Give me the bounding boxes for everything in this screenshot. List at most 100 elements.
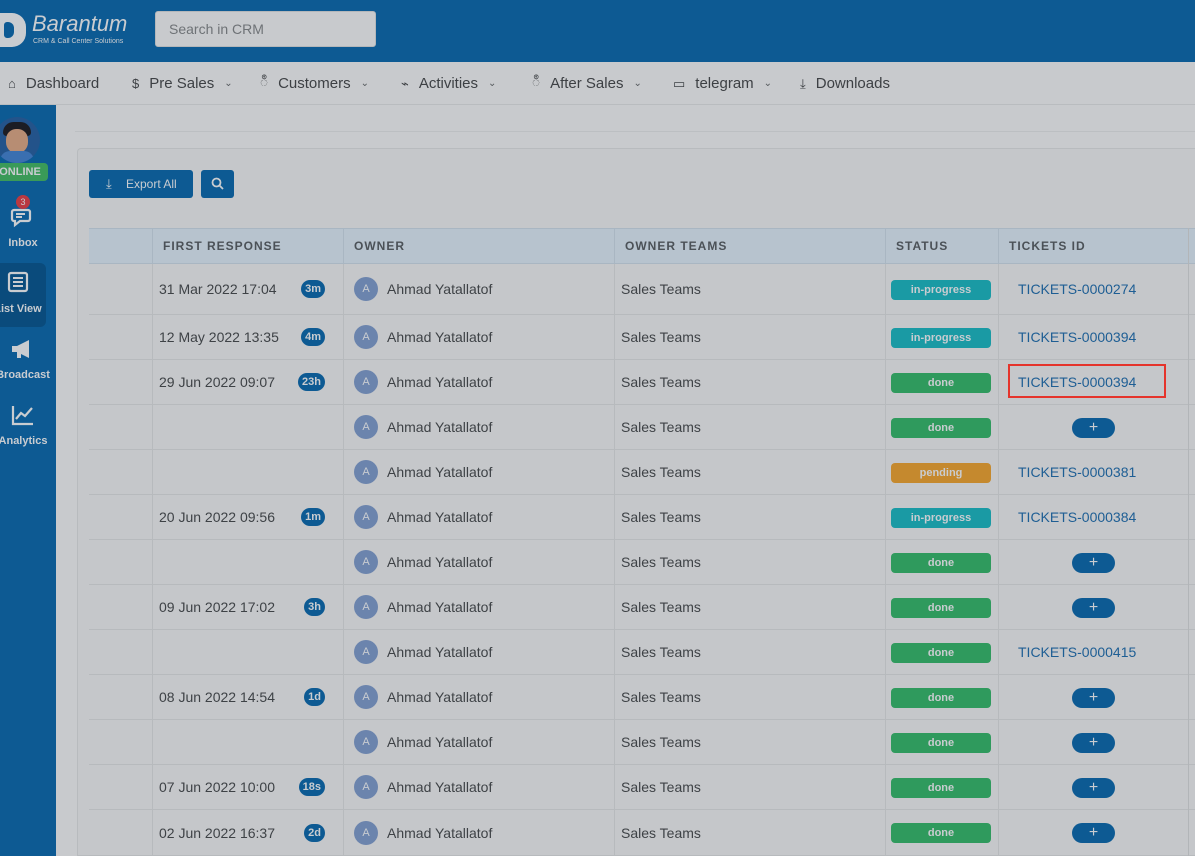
cell-blank bbox=[89, 675, 152, 719]
cell-first-response bbox=[152, 450, 343, 494]
cell-first-response bbox=[152, 405, 343, 449]
avatar[interactable] bbox=[0, 117, 40, 163]
cell-owner-teams: Sales Teams bbox=[614, 630, 885, 674]
nav-item-activities[interactable]: ⌁ Activities ⌄ bbox=[401, 62, 496, 105]
header-first-response[interactable]: FIRST RESPONSE bbox=[152, 229, 343, 265]
owner-name: Ahmad Yatallatof bbox=[387, 689, 493, 705]
first-response-date: 08 Jun 2022 14:54 bbox=[159, 689, 275, 705]
table-row[interactable]: A Ahmad Yatallatof Sales Teams bbox=[89, 405, 1195, 450]
table-row[interactable]: 02 Jun 2022 16:37 2d A Ahmad Yatallatof Sale… bbox=[89, 810, 1195, 856]
search-input[interactable]: Search in CRM bbox=[155, 11, 376, 47]
cell-owner: A Ahmad Yatallatof bbox=[343, 630, 614, 674]
add-ticket-button[interactable]: + bbox=[1072, 733, 1115, 753]
ticket-link[interactable]: TICKETS-0000381 bbox=[1018, 464, 1136, 480]
export-all-label: Export All bbox=[126, 177, 177, 191]
owner-avatar: A bbox=[354, 775, 378, 799]
cell-first-response bbox=[152, 630, 343, 674]
cell-blank bbox=[89, 810, 152, 855]
add-ticket-button[interactable]: + bbox=[1072, 823, 1115, 843]
ticket-link[interactable]: TICKETS-0000384 bbox=[1018, 509, 1136, 525]
cell-owner: A Ahmad Yatallatof bbox=[343, 315, 614, 359]
cell-blank bbox=[89, 720, 152, 764]
header-blank bbox=[89, 229, 152, 265]
export-all-button[interactable]: ⤓ Export All bbox=[89, 170, 193, 198]
download-icon: ⤓ bbox=[800, 75, 806, 91]
sidebar-item-inbox[interactable]: 3 Inbox bbox=[0, 195, 56, 261]
header-tickets-id[interactable]: TICKETS ID bbox=[998, 229, 1195, 265]
divider bbox=[1188, 228, 1189, 856]
chevron-down-icon: ⌄ bbox=[633, 78, 642, 89]
owner-avatar: A bbox=[354, 460, 378, 484]
owner-avatar: A bbox=[354, 640, 378, 664]
cell-blank bbox=[89, 360, 152, 404]
cell-owner: A Ahmad Yatallatof bbox=[343, 765, 614, 809]
add-ticket-button[interactable]: + bbox=[1072, 598, 1115, 618]
users-icon: ဳ bbox=[260, 74, 269, 89]
cell-first-response: 09 Jun 2022 17:02 3h bbox=[152, 585, 343, 629]
table-row[interactable]: A Ahmad Yatallatof Sales Teams bbox=[89, 540, 1195, 585]
nav-item-dashboard[interactable]: ⌂ Dashboard bbox=[8, 62, 99, 105]
owner-team: Sales Teams bbox=[621, 599, 701, 615]
nav-item-label: Pre Sales bbox=[149, 75, 215, 92]
list-icon bbox=[0, 271, 46, 297]
megaphone-icon bbox=[0, 337, 56, 363]
sidebar-item-label: List View bbox=[0, 303, 42, 315]
table-row[interactable]: 07 Jun 2022 10:00 18s A Ahmad Yatallatof Sal… bbox=[89, 765, 1195, 810]
add-ticket-button[interactable]: + bbox=[1072, 688, 1115, 708]
nav-item-after-sales[interactable]: ဳ After Sales ⌄ bbox=[532, 62, 642, 105]
cell-first-response: 20 Jun 2022 09:56 1m bbox=[152, 495, 343, 539]
cell-owner: A Ahmad Yatallatof bbox=[343, 675, 614, 719]
header-status[interactable]: STATUS bbox=[885, 229, 998, 265]
owner-name: Ahmad Yatallatof bbox=[387, 509, 493, 525]
top-bar: Barantum CRM & Call Center Solutions Sea… bbox=[0, 0, 1195, 62]
cell-owner-teams: Sales Teams bbox=[614, 675, 885, 719]
ticket-link[interactable]: TICKETS-0000274 bbox=[1018, 281, 1136, 297]
owner-name: Ahmad Yatallatof bbox=[387, 554, 493, 570]
duration-badge: 18s bbox=[298, 778, 325, 796]
sidebar-item-label: Analytics bbox=[0, 435, 48, 447]
nav-item-downloads[interactable]: ⤓ Downloads bbox=[800, 62, 890, 105]
sidebar-item-broadcast[interactable]: Broadcast bbox=[0, 329, 56, 393]
cell-owner: A Ahmad Yatallatof bbox=[343, 450, 614, 494]
main-nav: ⌂ Dashboard $ Pre Sales ⌄ဳ Customers ⌄ ⌁ Activit… bbox=[0, 62, 1195, 105]
sidebar-item-analytics[interactable]: Analytics bbox=[0, 395, 56, 459]
add-ticket-button[interactable]: + bbox=[1072, 778, 1115, 798]
nav-item-label: After Sales bbox=[550, 75, 624, 92]
cell-owner: A Ahmad Yatallatof bbox=[343, 720, 614, 764]
cell-first-response bbox=[152, 540, 343, 584]
header-owner[interactable]: OWNER bbox=[343, 229, 614, 265]
table-row[interactable]: 09 Jun 2022 17:02 3h A Ahmad Yatallatof Sale… bbox=[89, 585, 1195, 630]
cell-owner: A Ahmad Yatallatof bbox=[343, 540, 614, 584]
sidebar-item-label: Inbox bbox=[8, 237, 38, 249]
status-badge[interactable]: ONLINE bbox=[0, 163, 48, 181]
ticket-link[interactable]: TICKETS-0000394 bbox=[1018, 329, 1136, 345]
status-badge: in-progress bbox=[891, 508, 991, 528]
add-ticket-button[interactable]: + bbox=[1072, 553, 1115, 573]
nav-item-pre-sales[interactable]: $ Pre Sales ⌄ bbox=[132, 62, 233, 105]
owner-name: Ahmad Yatallatof bbox=[387, 779, 493, 795]
inbox-count-badge: 3 bbox=[16, 195, 30, 209]
status-badge: done bbox=[891, 733, 991, 753]
add-ticket-button[interactable]: + bbox=[1072, 418, 1115, 438]
ticket-link[interactable]: TICKETS-0000415 bbox=[1018, 644, 1136, 660]
cell-blank bbox=[89, 495, 152, 539]
owner-team: Sales Teams bbox=[621, 644, 701, 660]
logo[interactable]: Barantum CRM & Call Center Solutions bbox=[0, 11, 142, 51]
first-response-date: 20 Jun 2022 09:56 bbox=[159, 509, 275, 525]
search-icon bbox=[211, 177, 224, 190]
owner-name: Ahmad Yatallatof bbox=[387, 419, 493, 435]
table-row[interactable]: A Ahmad Yatallatof Sales Teams bbox=[89, 720, 1195, 765]
home-icon: ⌂ bbox=[8, 76, 16, 91]
owner-avatar: A bbox=[354, 277, 378, 301]
search-button[interactable] bbox=[201, 170, 234, 198]
nav-item-customers[interactable]: ဳ Customers ⌄ bbox=[260, 62, 369, 105]
logo-subtitle: CRM & Call Center Solutions bbox=[33, 38, 124, 45]
sidebar-item-list-view[interactable]: List View bbox=[0, 263, 46, 327]
table-row[interactable]: 08 Jun 2022 14:54 1d A Ahmad Yatallatof Sale… bbox=[89, 675, 1195, 720]
cell-owner: A Ahmad Yatallatof bbox=[343, 360, 614, 404]
status-badge: done bbox=[891, 778, 991, 798]
nav-item-telegram[interactable]: ▭ telegram ⌄ bbox=[673, 62, 772, 105]
owner-avatar: A bbox=[354, 325, 378, 349]
cell-blank bbox=[89, 630, 152, 674]
header-owner-teams[interactable]: OWNER TEAMS bbox=[614, 229, 885, 265]
